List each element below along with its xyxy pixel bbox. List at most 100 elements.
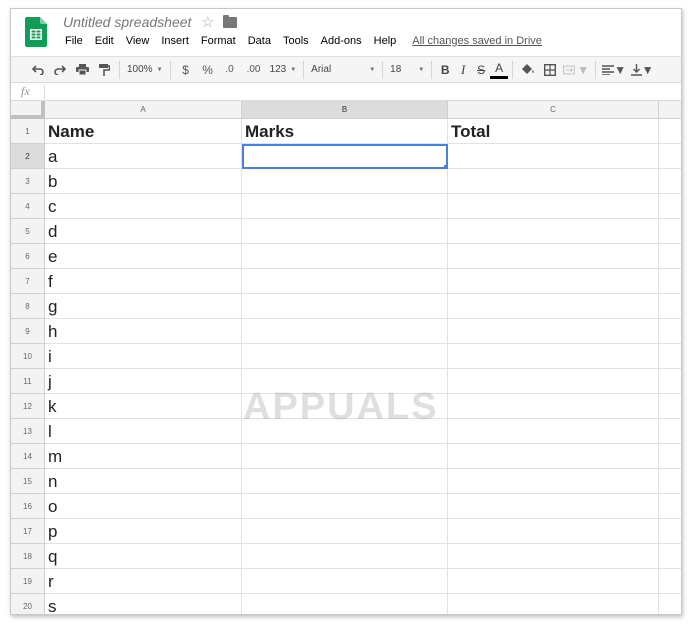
cell-c11[interactable] (448, 369, 659, 394)
menu-tools[interactable]: Tools (277, 35, 315, 47)
cell-b2[interactable] (242, 144, 448, 169)
cell-c9[interactable] (448, 319, 659, 344)
borders-icon[interactable] (541, 59, 559, 81)
cell-d13[interactable] (659, 419, 681, 444)
document-title[interactable]: Untitled spreadsheet (63, 14, 191, 30)
row-header[interactable]: 17 (11, 519, 45, 544)
cell-c18[interactable] (448, 544, 659, 569)
folder-icon[interactable] (223, 15, 237, 28)
row-header[interactable]: 12 (11, 394, 45, 419)
bold-button[interactable]: B (436, 59, 454, 81)
row-header[interactable]: 2 (11, 144, 45, 169)
undo-icon[interactable] (29, 59, 47, 81)
menu-insert[interactable]: Insert (155, 35, 195, 47)
menu-view[interactable]: View (120, 35, 156, 47)
cell-d19[interactable] (659, 569, 681, 594)
horizontal-align-icon[interactable]: ▼ (602, 59, 626, 81)
italic-button[interactable]: I (454, 59, 472, 81)
column-header-c[interactable]: C (448, 101, 659, 119)
row-header[interactable]: 6 (11, 244, 45, 269)
cell-d11[interactable] (659, 369, 681, 394)
cell-a5[interactable]: d (45, 219, 242, 244)
save-status-link[interactable]: All changes saved in Drive (412, 35, 542, 47)
cell-d7[interactable] (659, 269, 681, 294)
row-header[interactable]: 14 (11, 444, 45, 469)
increase-decimal-button[interactable]: .00 (243, 59, 265, 81)
cell-a2[interactable]: a (45, 144, 242, 169)
row-header[interactable]: 16 (11, 494, 45, 519)
row-header[interactable]: 7 (11, 269, 45, 294)
cell-a1[interactable]: Name (45, 119, 242, 144)
cell-a4[interactable]: c (45, 194, 242, 219)
cell-c19[interactable] (448, 569, 659, 594)
font-size-dropdown[interactable]: 18 ▼ (387, 59, 427, 81)
cell-c3[interactable] (448, 169, 659, 194)
cell-a16[interactable]: o (45, 494, 242, 519)
cell-b15[interactable] (242, 469, 448, 494)
vertical-align-icon[interactable]: ▼ (630, 59, 654, 81)
cell-c17[interactable] (448, 519, 659, 544)
cell-b13[interactable] (242, 419, 448, 444)
cell-b9[interactable] (242, 319, 448, 344)
cell-b20[interactable] (242, 594, 448, 614)
cell-a12[interactable]: k (45, 394, 242, 419)
text-color-button[interactable]: A (490, 61, 509, 79)
percent-format-button[interactable]: % (199, 59, 217, 81)
menu-edit[interactable]: Edit (89, 35, 120, 47)
cell-b16[interactable] (242, 494, 448, 519)
cell-b18[interactable] (242, 544, 448, 569)
row-header[interactable]: 10 (11, 344, 45, 369)
cell-b3[interactable] (242, 169, 448, 194)
cell-d8[interactable] (659, 294, 681, 319)
paint-format-icon[interactable] (95, 59, 113, 81)
column-header-d[interactable] (659, 101, 681, 119)
cell-b7[interactable] (242, 269, 448, 294)
cell-d20[interactable] (659, 594, 681, 614)
cell-a10[interactable]: i (45, 344, 242, 369)
cell-b10[interactable] (242, 344, 448, 369)
cell-b1[interactable]: Marks (242, 119, 448, 144)
cell-c20[interactable] (448, 594, 659, 614)
cell-a9[interactable]: h (45, 319, 242, 344)
cell-c5[interactable] (448, 219, 659, 244)
cell-a18[interactable]: q (45, 544, 242, 569)
decrease-decimal-button[interactable]: .0 (221, 59, 239, 81)
cell-c10[interactable] (448, 344, 659, 369)
select-all-corner[interactable] (11, 101, 45, 119)
cell-d9[interactable] (659, 319, 681, 344)
cell-b6[interactable] (242, 244, 448, 269)
strikethrough-button[interactable]: S (472, 59, 490, 81)
cell-c2[interactable] (448, 144, 659, 169)
row-header[interactable]: 20 (11, 594, 45, 614)
cell-a11[interactable]: j (45, 369, 242, 394)
star-icon[interactable]: ☆ (201, 13, 214, 31)
cell-d17[interactable] (659, 519, 681, 544)
cell-a14[interactable]: m (45, 444, 242, 469)
cell-a13[interactable]: l (45, 419, 242, 444)
cell-b12[interactable] (242, 394, 448, 419)
cell-c16[interactable] (448, 494, 659, 519)
cell-c14[interactable] (448, 444, 659, 469)
cell-d15[interactable] (659, 469, 681, 494)
cell-d18[interactable] (659, 544, 681, 569)
cell-d1[interactable] (659, 119, 681, 144)
row-header[interactable]: 18 (11, 544, 45, 569)
cell-d5[interactable] (659, 219, 681, 244)
cell-c7[interactable] (448, 269, 659, 294)
cell-c13[interactable] (448, 419, 659, 444)
menu-add-ons[interactable]: Add-ons (315, 35, 368, 47)
row-header[interactable]: 13 (11, 419, 45, 444)
print-icon[interactable] (73, 59, 91, 81)
cell-b8[interactable] (242, 294, 448, 319)
column-header-b[interactable]: B (242, 101, 448, 119)
cell-a20[interactable]: s (45, 594, 242, 614)
cell-d16[interactable] (659, 494, 681, 519)
column-header-a[interactable]: A (45, 101, 242, 119)
row-header[interactable]: 11 (11, 369, 45, 394)
fill-color-icon[interactable] (519, 59, 537, 81)
sheets-logo-icon[interactable] (25, 17, 47, 47)
row-header[interactable]: 9 (11, 319, 45, 344)
cell-c8[interactable] (448, 294, 659, 319)
cell-a15[interactable]: n (45, 469, 242, 494)
more-formats-dropdown[interactable]: 123 ▼ (267, 59, 300, 81)
